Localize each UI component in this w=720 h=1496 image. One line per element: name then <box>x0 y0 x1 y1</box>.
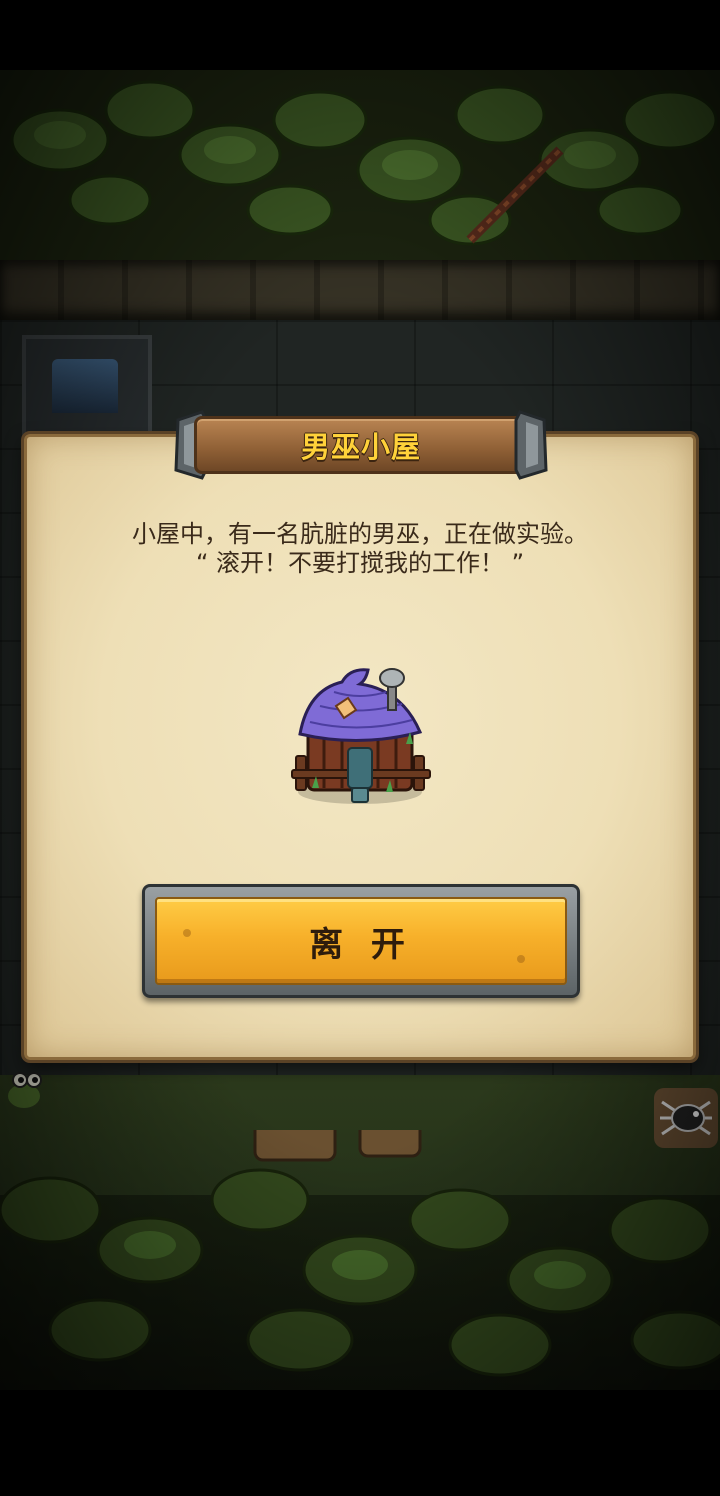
wizard-hut-icon <box>291 668 431 804</box>
leave-button-label: 离 开 <box>309 924 413 965</box>
dialog-title: 男巫小屋 <box>300 430 421 464</box>
leave-button[interactable]: 离 开 <box>142 884 580 998</box>
spider-critter-icon <box>654 1088 718 1148</box>
description-line-1: 小屋中，有一名肮脏的男巫，正在做实验。 <box>132 520 588 548</box>
description-line-2: “ 滚开！不要打搅我的工作！ ” <box>195 549 525 577</box>
bottom-vines-foliage <box>0 1130 720 1377</box>
dialog-description: 小屋中，有一名肮脏的男巫，正在做实验。 “ 滚开！不要打搅我的工作！ ” <box>40 520 680 578</box>
top-vines-foliage <box>0 70 720 270</box>
game-screen: 男巫小屋 小屋中，有一名肮脏的男巫，正在做实验。 “ 滚开！不要打搅我的工作！ … <box>0 0 720 1496</box>
frog-critter-icon <box>8 1072 42 1108</box>
dialog-title-plank: 男巫小屋 <box>172 410 550 480</box>
stone-ledge <box>0 260 720 320</box>
